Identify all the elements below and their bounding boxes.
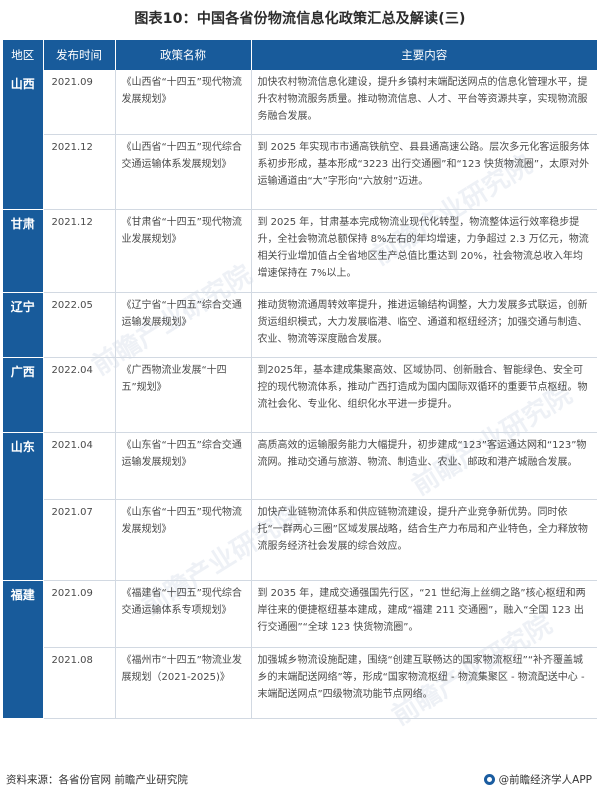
date-cell: 2021.07 (43, 499, 116, 581)
header-policy: 政策名称 (115, 40, 252, 70)
policy-cell: 《山西省“十四五”现代综合交通运输体系发展规划》 (115, 134, 252, 210)
content-cell: 到 2025 年，甘肃基本完成物流业现代化转型，物流整体运行效率稳步提升，全社会… (251, 209, 597, 293)
date-cell: 2022.05 (43, 292, 116, 358)
table-row: 2021.08 《福州市“十四五”物流业发展规划（2021-2025)》 加强城… (3, 647, 597, 719)
content-cell: 高质高效的运输服务能力大幅提升，初步建成“123”客运通达网和“123”物流网。… (251, 432, 597, 500)
table-row: 福建 2021.09 《福建省“十四五”现代综合交通运输体系专项规划》 到 20… (3, 580, 597, 719)
date-cell: 2021.08 (43, 647, 116, 719)
policy-cell: 《辽宁省“十四五”综合交通运输发展规划》 (115, 292, 252, 358)
table-row: 甘肃 2021.12 《甘肃省“十四五”现代物流业发展规划》 到 2025 年，… (3, 209, 597, 293)
policy-table: 地区 发布时间 政策名称 主要内容 山西 2021.09 《山西省“十四五”现代… (3, 40, 597, 719)
table-row: 山东 2021.04 《山东省“十四五”综合交通运输发展规划》 高质高效的运输服… (3, 432, 597, 581)
table-row: 山西 2021.09 《山西省“十四五”现代物流发展规划》 加快农村物流信息化建… (3, 70, 597, 210)
table-row: 2021.12 《山西省“十四五”现代综合交通运输体系发展规划》 到 2025 … (3, 134, 597, 210)
policy-cell: 《福建省“十四五”现代综合交通运输体系专项规划》 (115, 580, 252, 648)
table-row: 2021.07 《山东省“十四五”现代物流发展规划》 加快产业链物流体系和供应链… (3, 499, 597, 581)
policy-cell: 《山西省“十四五”现代物流发展规划》 (115, 70, 252, 135)
content-cell: 加快产业链物流体系和供应链物流建设，提升产业竞争新优势。同时依托“一群两心三圈”… (251, 499, 597, 581)
table-row: 辽宁 2022.05 《辽宁省“十四五”综合交通运输发展规划》 推动货物流通周转… (3, 292, 597, 358)
region-cell: 广西 (3, 357, 44, 433)
header-content: 主要内容 (251, 40, 597, 70)
region-cell: 山东 (3, 432, 44, 581)
chart-title: 图表10：中国各省份物流信息化政策汇总及解读(三) (134, 11, 466, 27)
date-cell: 2021.04 (43, 432, 116, 500)
policy-cell: 《广西物流业发展“十四五”规划》 (115, 357, 252, 433)
header-region: 地区 (3, 40, 44, 70)
content-cell: 到 2025 年实现市市通高铁航空、县县通高速公路。层次多元化客运服务体系初步形… (251, 134, 597, 210)
brand-logo-icon (483, 774, 495, 785)
date-cell: 2021.09 (43, 70, 116, 135)
region-cell: 辽宁 (3, 292, 44, 358)
policy-cell: 《山东省“十四五”现代物流发展规划》 (115, 499, 252, 581)
header-date: 发布时间 (43, 40, 116, 70)
date-cell: 2022.04 (43, 357, 116, 433)
content-cell: 加强城乡物流设施配建，围绕“创建互联畅达的国家物流枢纽”“补齐覆盖城乡的末端配送… (251, 647, 597, 719)
date-cell: 2021.09 (43, 580, 116, 648)
content-cell: 加快农村物流信息化建设，提升乡镇村末端配送网点的信息化管理水平，提升农村物流服务… (251, 70, 597, 135)
policy-cell: 《福州市“十四五”物流业发展规划（2021-2025)》 (115, 647, 252, 719)
policy-cell: 《甘肃省“十四五”现代物流业发展规划》 (115, 209, 252, 293)
table-header-row: 地区 发布时间 政策名称 主要内容 (3, 40, 597, 70)
brand-label: @前瞻经济学人APP (498, 774, 592, 786)
brand-credit: @前瞻经济学人APP (483, 772, 592, 787)
region-cell: 甘肃 (3, 209, 44, 293)
content-cell: 推动货物流通周转效率提升，推进运输结构调整，大力发展多式联运，创新货运组织模式，… (251, 292, 597, 358)
region-cell: 福建 (3, 580, 44, 719)
date-cell: 2021.12 (43, 209, 116, 293)
policy-cell: 《山东省“十四五”综合交通运输发展规划》 (115, 432, 252, 500)
date-cell: 2021.12 (43, 134, 116, 210)
content-cell: 到2025年，基本建成集聚高效、区域协同、创新融合、智能绿色、安全可控的现代物流… (251, 357, 597, 433)
table-row: 广西 2022.04 《广西物流业发展“十四五”规划》 到2025年，基本建成集… (3, 357, 597, 433)
source-note: 资料来源：各省份官网 前瞻产业研究院 (6, 774, 188, 786)
content-cell: 到 2035 年，建成交通强国先行区，“21 世纪海上丝绸之路”核心枢纽和两岸往… (251, 580, 597, 648)
region-cell: 山西 (3, 70, 44, 210)
